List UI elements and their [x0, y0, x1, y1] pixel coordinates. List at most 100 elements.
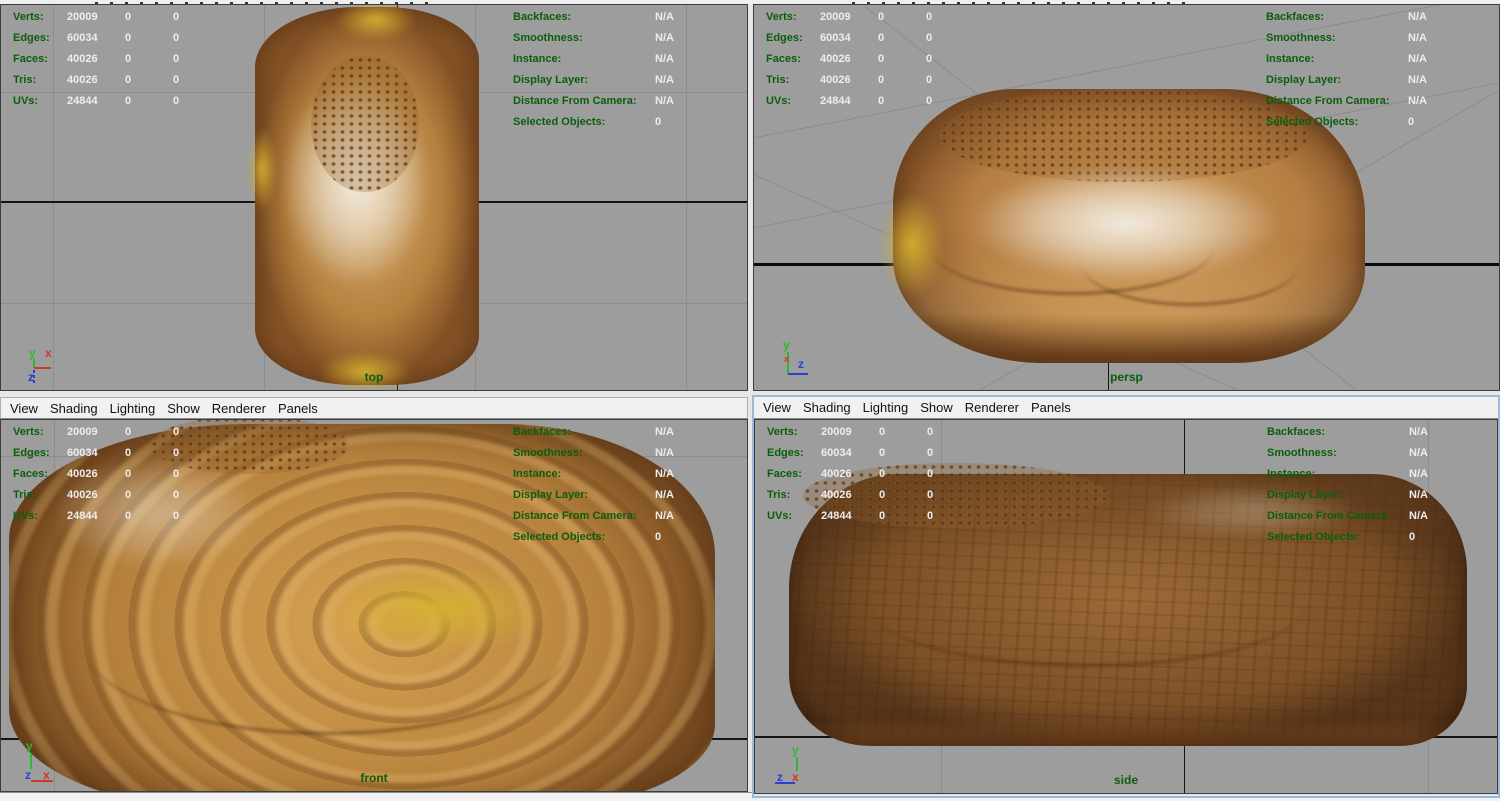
menu-shading[interactable]: Shading [44, 401, 104, 416]
hud-stat-value: 0 [125, 489, 132, 501]
menu-view[interactable]: View [4, 401, 44, 416]
viewport-front[interactable]: Verts: 20009 0 0 Edges: 60034 0 0 Faces: 40026 0 0 T… [0, 419, 748, 792]
hud-stat-row: UVs: 24844 0 0 [1, 510, 261, 531]
hud-stat-value: 0 [173, 74, 180, 86]
hud-stat-value: 0 [125, 74, 132, 86]
hud-stat-row: Smoothness: N/A [1254, 32, 1499, 53]
hud-stat-value: 20009 [821, 426, 852, 438]
menu-renderer[interactable]: Renderer [959, 400, 1025, 415]
axis-y-label: y [783, 338, 790, 352]
hud-stat-value: 40026 [821, 468, 852, 480]
hud-stat-value: 0 [1408, 116, 1415, 128]
hud-stat-row: Tris: 40026 0 0 [754, 74, 1014, 95]
hud-stat-label: Display Layer: [1267, 489, 1343, 501]
hud-stat-row: Faces: 40026 0 0 [1, 468, 261, 489]
hud-stat-row: Instance: N/A [1255, 468, 1497, 489]
hud-stat-value: 40026 [821, 489, 852, 501]
hud-stat-value: 0 [173, 95, 180, 107]
hud-stat-value: 40026 [67, 468, 98, 480]
hud-stat-row: Distance From Camera: N/A [1255, 510, 1497, 531]
hud-stat-row: Distance From Camera: N/A [1254, 95, 1499, 116]
hud-stat-value: 60034 [67, 447, 98, 459]
hud-stat-value: 0 [927, 489, 934, 501]
hud-stat-label: Backfaces: [513, 426, 572, 438]
hud-stat-value: 0 [878, 11, 885, 23]
hud-stat-row: Selected Objects: 0 [1255, 531, 1497, 552]
menu-lighting[interactable]: Lighting [104, 401, 162, 416]
hud-stat-value: N/A [655, 11, 674, 23]
bread-model-top-view[interactable] [248, 5, 479, 390]
hud-stat-value: 0 [878, 53, 885, 65]
hud-stat-value: 0 [173, 468, 180, 480]
object-details-hud: Backfaces: N/A Smoothness: N/A Instance: N/A D… [501, 426, 747, 552]
maya-four-view-layout: Verts: 20009 0 0 Edges: 60034 0 0 Faces: 40026 0 0 T… [0, 0, 1500, 801]
menu-show[interactable]: Show [914, 400, 959, 415]
hud-stat-label: Backfaces: [1267, 426, 1326, 438]
hud-stat-label: Display Layer: [513, 74, 589, 86]
menu-renderer[interactable]: Renderer [206, 401, 272, 416]
hud-stat-value: N/A [1408, 53, 1427, 65]
hud-stat-value: N/A [655, 32, 674, 44]
menu-panels[interactable]: Panels [1025, 400, 1077, 415]
hud-stat-value: 0 [1409, 531, 1416, 543]
hud-stat-label: Instance: [513, 468, 562, 480]
crust-wrinkle [79, 540, 574, 735]
hud-stat-label: Edges: [767, 447, 804, 459]
hud-stat-row: Edges: 60034 0 0 [1, 447, 261, 468]
hud-stat-value: N/A [1409, 510, 1428, 522]
hud-stat-value: 0 [878, 74, 885, 86]
menu-panels[interactable]: Panels [272, 401, 324, 416]
hud-stat-label: Display Layer: [1266, 74, 1342, 86]
viewport-side[interactable]: Verts: 20009 0 0 Edges: 60034 0 0 Faces: 40026 0 0 T… [754, 419, 1498, 794]
menu-show[interactable]: Show [161, 401, 206, 416]
axis-x-label: x [784, 354, 789, 364]
hud-stat-row: Display Layer: N/A [501, 74, 747, 95]
hud-stat-value: N/A [655, 53, 674, 65]
object-details-hud: Backfaces: N/A Smoothness: N/A Instance: N/A D… [1254, 11, 1499, 137]
hud-stat-label: UVs: [13, 95, 39, 107]
hud-stat-value: 40026 [820, 74, 851, 86]
hud-stat-row: Instance: N/A [501, 53, 747, 74]
hud-stat-value: 0 [926, 95, 933, 107]
hud-stat-row: Tris: 40026 0 0 [1, 74, 261, 95]
hud-stat-value: 0 [655, 116, 662, 128]
poly-count-hud: Verts: 20009 0 0 Edges: 60034 0 0 Faces: 40026 0 0 T… [755, 426, 1015, 531]
hud-stat-label: Tris: [767, 489, 791, 501]
hud-stat-label: Distance From Camera: [513, 510, 637, 522]
hud-stat-row: Display Layer: N/A [1255, 489, 1497, 510]
hud-stat-value: 0 [879, 468, 886, 480]
hud-stat-row: Backfaces: N/A [1254, 11, 1499, 32]
poly-count-hud: Verts: 20009 0 0 Edges: 60034 0 0 Faces: 40026 0 0 T… [754, 11, 1014, 116]
hud-stat-value: 20009 [67, 426, 98, 438]
hud-stat-value: 0 [655, 531, 662, 543]
hud-stat-value: 40026 [67, 74, 98, 86]
hud-stat-value: 0 [173, 447, 180, 459]
menu-lighting[interactable]: Lighting [857, 400, 915, 415]
hud-stat-row: Smoothness: N/A [1255, 447, 1497, 468]
viewport-persp[interactable]: Verts: 20009 0 0 Edges: 60034 0 0 Faces: 40026 0 0 T… [753, 4, 1500, 391]
hud-stat-label: Faces: [766, 53, 801, 65]
hud-stat-label: Smoothness: [1267, 447, 1337, 459]
hud-stat-value: 0 [879, 447, 886, 459]
dough-edge [335, 5, 417, 42]
hud-stat-label: Tris: [766, 74, 790, 86]
hud-stat-value: 0 [878, 95, 885, 107]
poly-count-hud: Verts: 20009 0 0 Edges: 60034 0 0 Faces: 40026 0 0 T… [1, 426, 261, 531]
menu-view[interactable]: View [757, 400, 797, 415]
viewport-top[interactable]: Verts: 20009 0 0 Edges: 60034 0 0 Faces: 40026 0 0 T… [0, 4, 748, 391]
hud-stat-value: N/A [655, 510, 674, 522]
hud-stat-row: Verts: 20009 0 0 [1, 426, 261, 447]
hud-stat-value: 0 [125, 53, 132, 65]
hud-stat-value: 0 [927, 426, 934, 438]
hud-stat-label: Instance: [513, 53, 562, 65]
crust-wrinkle [1081, 221, 1299, 306]
axis-y-label: y [792, 743, 799, 757]
hud-stat-row: Smoothness: N/A [501, 32, 747, 53]
hud-stat-value: N/A [655, 74, 674, 86]
hud-stat-value: 20009 [820, 11, 851, 23]
hud-stat-label: Edges: [13, 32, 50, 44]
hud-stat-label: Tris: [13, 74, 37, 86]
hud-stat-value: N/A [1408, 32, 1427, 44]
hud-stat-value: N/A [1409, 489, 1428, 501]
menu-shading[interactable]: Shading [797, 400, 857, 415]
